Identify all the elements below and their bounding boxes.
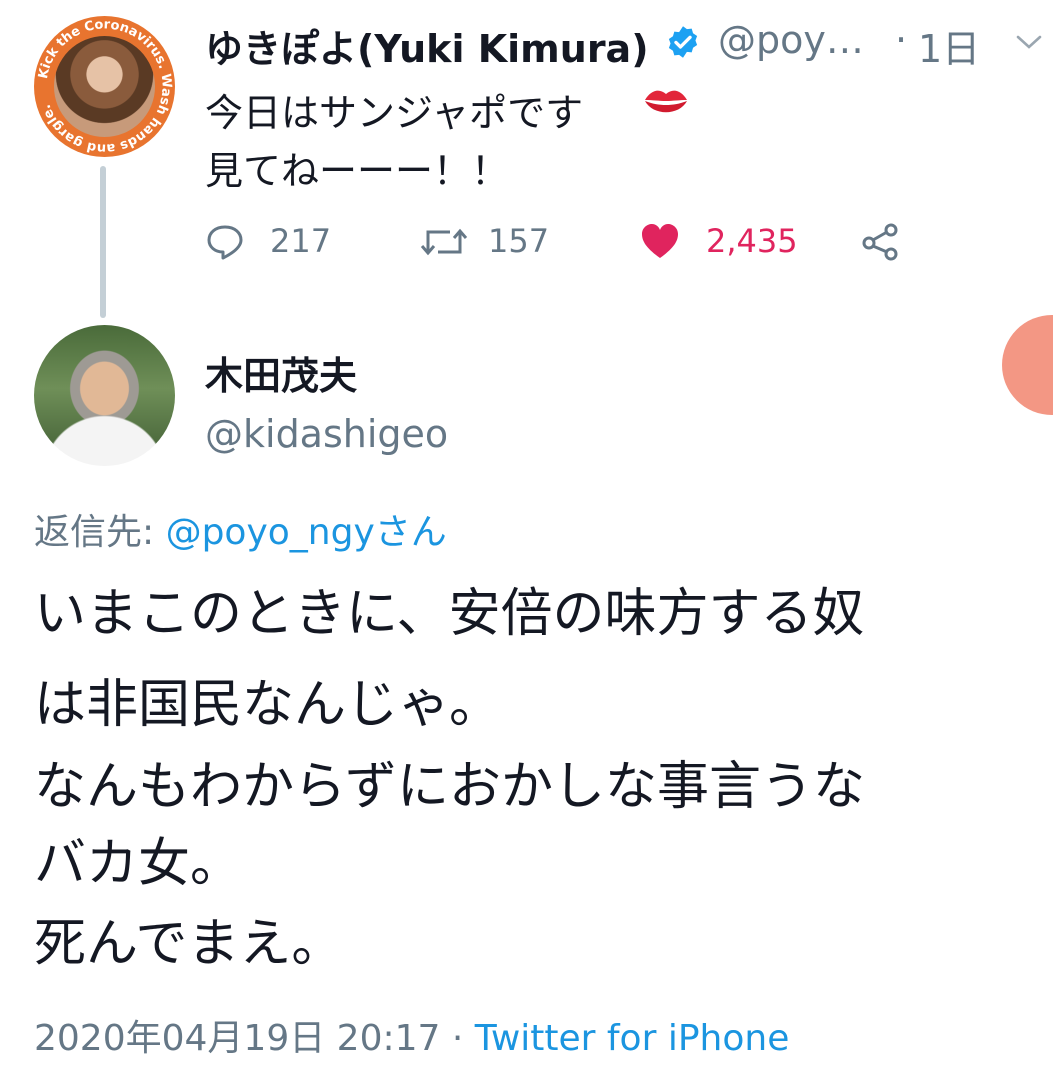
reply-text-line-2: は非国民なんじゃ。 — [34, 675, 501, 735]
kiss-lips-icon — [645, 90, 687, 113]
tweet-timestamp[interactable]: 2020年04月19日 20:17 — [34, 1018, 440, 1059]
meta-separator: · — [440, 1018, 475, 1059]
reply-text-line-3: なんもわからずにおかしな事言うな — [34, 757, 865, 817]
reply-author-handle[interactable]: @kidashigeo — [205, 412, 448, 456]
verified-badge-icon — [668, 26, 698, 58]
replying-to: 返信先: @poyo_ngyさん — [34, 503, 447, 555]
retweet-icon[interactable] — [418, 222, 470, 262]
tweet-source[interactable]: Twitter for iPhone — [475, 1018, 790, 1059]
svg-text:Kick the Coronavirus. Wash han: Kick the Coronavirus. Wash hands and gar… — [36, 17, 174, 155]
tweet-time[interactable]: 1日 — [918, 18, 980, 73]
share-icon[interactable] — [860, 222, 900, 262]
tweet-text-line-2: 見てねーーー！！ — [205, 149, 510, 193]
heart-filled-icon[interactable] — [640, 222, 680, 262]
tweet-meta: 2020年04月19日 20:17 · Twitter for iPhone — [34, 1009, 789, 1061]
author-handle[interactable]: @poy… — [718, 18, 864, 62]
reply-icon[interactable] — [205, 222, 245, 262]
separator-dot: · — [895, 18, 908, 62]
like-count: 2,435 — [706, 222, 798, 260]
floating-action-button[interactable] — [1002, 315, 1053, 415]
replying-to-mention[interactable]: @poyo_ngyさん — [166, 512, 447, 553]
retweet-count: 157 — [488, 222, 550, 260]
replying-to-label: 返信先: — [34, 512, 166, 553]
author-name[interactable]: ゆきぽよ(Yuki Kimura) — [205, 18, 649, 73]
avatar-kida[interactable] — [34, 325, 175, 466]
chevron-down-icon[interactable] — [1016, 34, 1042, 50]
reply-text-line-4: バカ女。 — [34, 834, 243, 894]
reply-text-line-1: いまこのときに、安倍の味方する奴 — [34, 584, 865, 644]
reply-text-line-5: 死んでまえ。 — [34, 914, 344, 974]
thread-line — [100, 166, 106, 318]
avatar-ring-label: Kick the Coronavirus. Wash hands and gar… — [36, 17, 174, 155]
avatar-ring-text: Kick the Coronavirus. Wash hands and gar… — [36, 17, 174, 155]
reply-count: 217 — [270, 222, 332, 260]
avatar-yuki[interactable]: Kick the Coronavirus. Wash hands and gar… — [34, 16, 175, 157]
reply-author-name[interactable]: 木田茂夫 — [205, 345, 357, 400]
tweet-text-line-1: 今日はサンジャポです — [205, 91, 584, 135]
